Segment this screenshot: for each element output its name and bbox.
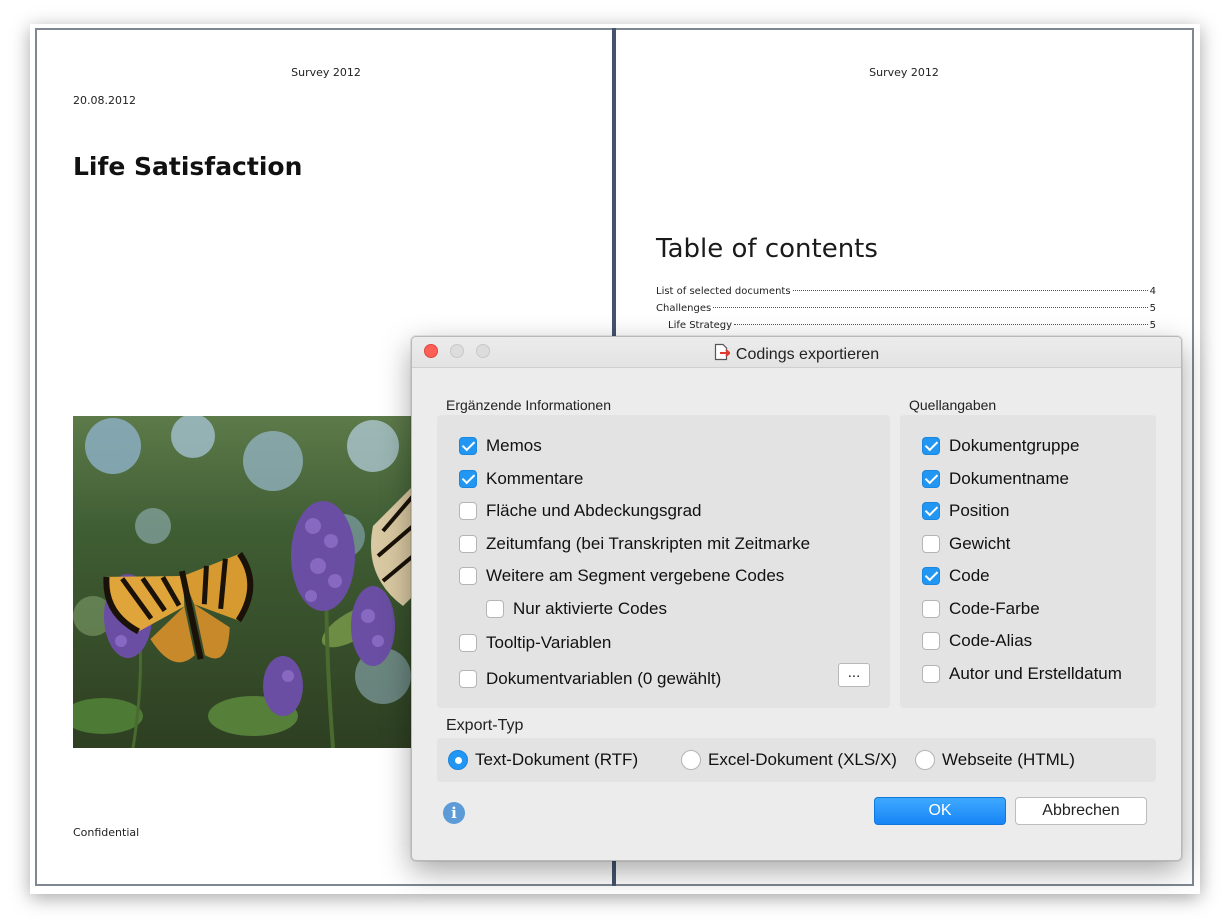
autor-erstelldatum-checkbox[interactable]: Autor und Erstelldatum: [922, 664, 1122, 684]
toc-entry: Challenges 5: [656, 303, 1156, 314]
dokumentgruppe-checkbox[interactable]: Dokumentgruppe: [922, 436, 1079, 456]
cancel-button[interactable]: Abbrechen: [1015, 797, 1147, 825]
page-footer: Confidential: [73, 826, 140, 839]
checkbox-unchecked[interactable]: [459, 535, 477, 553]
flaeche-checkbox[interactable]: Fläche und Abdeckungsgrad: [459, 501, 702, 521]
radio-unselected[interactable]: [915, 750, 935, 770]
checkbox-checked[interactable]: [459, 470, 477, 488]
export-typ-group: Text-Dokument (RTF) Excel-Dokument (XLS/…: [437, 738, 1156, 782]
checkbox-unchecked[interactable]: [922, 535, 940, 553]
dokumentvariablen-select-button[interactable]: ...: [838, 663, 870, 687]
zeitumfang-checkbox[interactable]: Zeitumfang (bei Transkripten mit Zeitmar…: [459, 534, 810, 554]
dokumentname-checkbox[interactable]: Dokumentname: [922, 469, 1069, 489]
gewicht-checkbox[interactable]: Gewicht: [922, 534, 1010, 554]
code-alias-checkbox[interactable]: Code-Alias: [922, 631, 1032, 651]
dialog-title: Codings exportieren: [735, 346, 880, 363]
info-icon[interactable]: i: [443, 802, 465, 824]
dokumentvariablen-checkbox[interactable]: Dokumentvariablen (0 gewählt): [459, 669, 721, 689]
checkbox-unchecked[interactable]: [922, 600, 940, 618]
export-rtf-radio[interactable]: Text-Dokument (RTF): [448, 750, 638, 770]
ergaenzende-group: Memos Kommentare Fläche und Abdeckungsgr…: [437, 415, 890, 708]
radio-unselected[interactable]: [681, 750, 701, 770]
kommentare-checkbox[interactable]: Kommentare: [459, 469, 583, 489]
toc-list: List of selected documents 4 Challenges 5 …: [656, 286, 1156, 337]
checkbox-checked[interactable]: [459, 437, 477, 455]
quellangaben-group: Dokumentgruppe Dokumentname Position Gew…: [900, 415, 1156, 708]
quellangaben-group-label: Quellangaben: [909, 397, 997, 413]
radio-selected[interactable]: [448, 750, 468, 770]
ergaenzende-group-label: Ergänzende Informationen: [446, 397, 611, 413]
code-checkbox[interactable]: Code: [922, 566, 990, 586]
checkbox-unchecked[interactable]: [459, 670, 477, 688]
ok-button[interactable]: OK: [874, 797, 1006, 825]
checkbox-unchecked[interactable]: [459, 634, 477, 652]
checkbox-unchecked[interactable]: [459, 567, 477, 585]
export-typ-label: Export-Typ: [446, 717, 524, 734]
checkbox-unchecked[interactable]: [922, 632, 940, 650]
weitere-codes-checkbox[interactable]: Weitere am Segment vergebene Codes: [459, 566, 784, 586]
tooltip-variablen-checkbox[interactable]: Tooltip-Variablen: [459, 633, 611, 653]
dialog-titlebar: Codings exportieren: [412, 337, 1181, 368]
checkbox-checked[interactable]: [922, 502, 940, 520]
codings-export-dialog: Codings exportieren Ergänzende Informati…: [411, 336, 1182, 861]
toc-entry: Life Strategy 5: [668, 320, 1156, 331]
export-excel-radio[interactable]: Excel-Dokument (XLS/X): [681, 750, 897, 770]
checkbox-checked[interactable]: [922, 470, 940, 488]
checkbox-checked[interactable]: [922, 567, 940, 585]
page-date: 20.08.2012: [73, 94, 136, 107]
page-header: Survey 2012: [869, 66, 939, 79]
export-html-radio[interactable]: Webseite (HTML): [915, 750, 1075, 770]
checkbox-unchecked[interactable]: [922, 665, 940, 683]
memos-checkbox[interactable]: Memos: [459, 436, 542, 456]
nur-aktivierte-codes-checkbox[interactable]: Nur aktivierte Codes: [486, 599, 667, 619]
butterfly-photo: [73, 416, 413, 748]
page-header: Survey 2012: [291, 66, 361, 79]
export-icon: [714, 343, 731, 366]
code-farbe-checkbox[interactable]: Code-Farbe: [922, 599, 1040, 619]
checkbox-unchecked[interactable]: [486, 600, 504, 618]
document-title: Life Satisfaction: [73, 152, 303, 181]
toc-entry: List of selected documents 4: [656, 286, 1156, 297]
checkbox-unchecked[interactable]: [459, 502, 477, 520]
toc-title: Table of contents: [656, 234, 878, 264]
checkbox-checked[interactable]: [922, 437, 940, 455]
position-checkbox[interactable]: Position: [922, 501, 1009, 521]
